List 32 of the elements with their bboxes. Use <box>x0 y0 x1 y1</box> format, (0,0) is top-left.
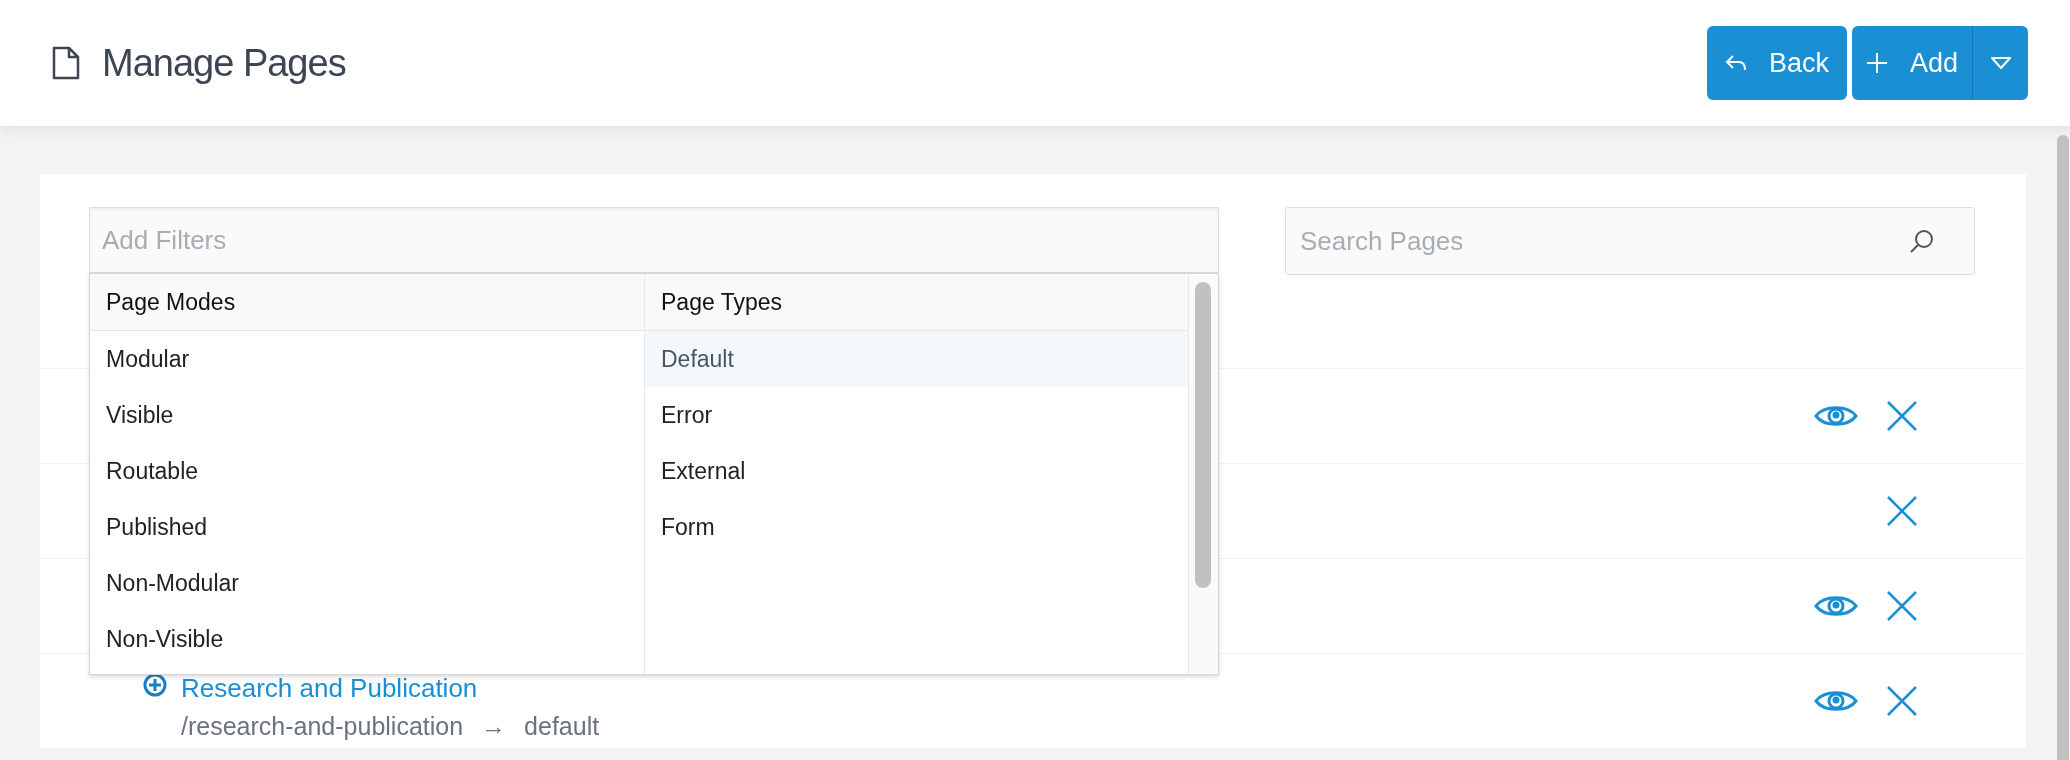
caret-icon <box>1989 56 2012 70</box>
filter-option[interactable]: Non-Modular <box>90 555 644 611</box>
filter-option[interactable]: External <box>645 443 1188 499</box>
page-title: Manage Pages <box>102 40 346 86</box>
close-icon[interactable] <box>1886 400 1918 432</box>
close-icon[interactable] <box>1886 590 1918 622</box>
plus-icon <box>1865 52 1888 74</box>
filter-option[interactable]: Error <box>645 387 1188 443</box>
close-icon[interactable] <box>1886 495 1918 527</box>
close-icon[interactable] <box>1886 685 1918 717</box>
undo-arrow-icon <box>1724 53 1747 73</box>
search-icon[interactable] <box>1909 228 1935 254</box>
filter-option[interactable]: Routable <box>90 443 644 499</box>
arrow-glyph: → <box>481 710 507 742</box>
add-button[interactable]: Add <box>1851 26 1972 100</box>
page-route: /research-and-publication <box>181 710 464 742</box>
filter-option[interactable]: Published <box>90 499 644 555</box>
column-heading: Page Modes <box>90 274 644 331</box>
dropdown-scrollbar-thumb[interactable] <box>1195 282 1211 588</box>
scrollbar-thumb[interactable] <box>2057 135 2069 760</box>
filter-option[interactable]: Modular <box>90 331 644 387</box>
search-field[interactable]: Search Pages <box>1285 207 1975 275</box>
filter-option[interactable]: Visible <box>90 387 644 443</box>
filter-option[interactable]: Default <box>645 331 1188 387</box>
filter-field[interactable]: Add Filters <box>89 207 1219 273</box>
expand-plus-icon[interactable] <box>143 672 167 697</box>
column-heading: Page Types <box>645 274 1188 331</box>
filter-option[interactable]: Non-Visible <box>90 611 644 667</box>
filter-option[interactable]: Form <box>645 499 1188 555</box>
page-template: default <box>524 710 600 742</box>
document-icon <box>52 46 80 80</box>
back-button[interactable]: Back <box>1706 26 1847 100</box>
